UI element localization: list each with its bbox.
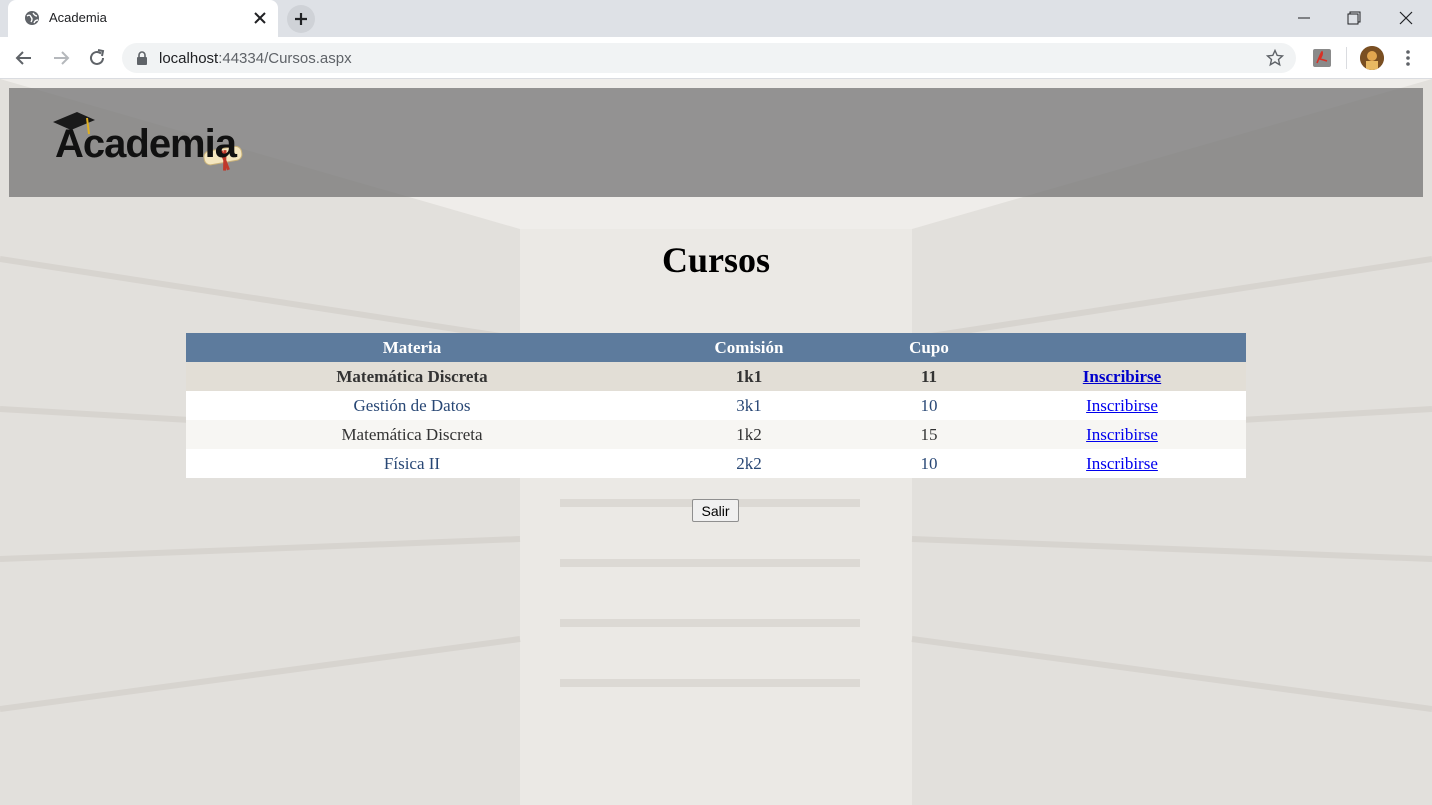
- cell-materia: Matemática Discreta: [186, 362, 638, 391]
- reload-icon[interactable]: [86, 47, 108, 69]
- cell-cupo: 10: [860, 449, 998, 478]
- column-header-comision: Comisión: [638, 333, 860, 362]
- academia-logo[interactable]: Academia: [43, 108, 243, 180]
- cell-comision: 1k2: [638, 420, 860, 449]
- bookmark-star-icon[interactable]: [1266, 49, 1284, 67]
- url-text: localhost:44334/Cursos.aspx: [159, 50, 352, 67]
- inscribirse-link[interactable]: Inscribirse: [1086, 425, 1158, 444]
- browser-tab[interactable]: Academia: [8, 0, 278, 37]
- cell-action: Inscribirse: [998, 420, 1246, 449]
- cell-action: Inscribirse: [998, 449, 1246, 478]
- table-row: Matemática Discreta 1k2 15 Inscribirse: [186, 420, 1246, 449]
- salir-button[interactable]: Salir: [692, 499, 739, 522]
- cell-comision: 3k1: [638, 391, 860, 420]
- new-tab-button[interactable]: [287, 5, 315, 33]
- minimize-icon[interactable]: [1294, 8, 1314, 28]
- page-viewport: Academia Cursos Materia Comisión Cupo Ma…: [0, 79, 1432, 805]
- profile-avatar[interactable]: [1360, 46, 1384, 70]
- column-header-materia: Materia: [186, 333, 638, 362]
- cell-materia: Gestión de Datos: [186, 391, 638, 420]
- lock-icon: [137, 51, 147, 65]
- column-header-cupo: Cupo: [860, 333, 998, 362]
- cell-cupo: 10: [860, 391, 998, 420]
- courses-table: Materia Comisión Cupo Matemática Discret…: [186, 333, 1246, 478]
- cell-action: Inscribirse: [998, 391, 1246, 420]
- logo-text: Academia: [55, 122, 237, 166]
- back-arrow-icon[interactable]: [13, 47, 35, 69]
- inscribirse-link[interactable]: Inscribirse: [1086, 454, 1158, 473]
- site-header: Academia: [9, 88, 1423, 197]
- cell-cupo: 15: [860, 420, 998, 449]
- plus-icon: [295, 13, 307, 25]
- pdf-extension-icon[interactable]: [1312, 48, 1332, 68]
- inscribirse-link[interactable]: Inscribirse: [1086, 396, 1158, 415]
- forward-arrow-icon[interactable]: [50, 47, 72, 69]
- toolbar-separator: [1346, 47, 1347, 69]
- browser-toolbar: localhost:44334/Cursos.aspx: [0, 37, 1432, 79]
- table-row: Gestión de Datos 3k1 10 Inscribirse: [186, 391, 1246, 420]
- table-row: Física II 2k2 10 Inscribirse: [186, 449, 1246, 478]
- table-row: Matemática Discreta 1k1 11 Inscribirse: [186, 362, 1246, 391]
- cell-comision: 1k1: [638, 362, 860, 391]
- menu-kebab-icon[interactable]: [1398, 48, 1418, 68]
- close-window-icon[interactable]: [1396, 8, 1416, 28]
- cell-comision: 2k2: [638, 449, 860, 478]
- cell-action: Inscribirse: [998, 362, 1246, 391]
- inscribirse-link[interactable]: Inscribirse: [1083, 367, 1161, 386]
- cell-materia: Física II: [186, 449, 638, 478]
- browser-tab-strip: Academia: [0, 0, 1432, 37]
- address-bar[interactable]: localhost:44334/Cursos.aspx: [122, 43, 1296, 73]
- table-header-row: Materia Comisión Cupo: [186, 333, 1246, 362]
- tab-title: Academia: [49, 10, 107, 25]
- cell-materia: Matemática Discreta: [186, 420, 638, 449]
- globe-icon: [25, 11, 39, 25]
- close-tab-icon[interactable]: [252, 10, 268, 26]
- restore-icon[interactable]: [1344, 8, 1364, 28]
- page-title: Cursos: [661, 240, 771, 280]
- cell-cupo: 11: [860, 362, 998, 391]
- column-header-action: [998, 333, 1246, 362]
- avatar-image: [1360, 46, 1384, 70]
